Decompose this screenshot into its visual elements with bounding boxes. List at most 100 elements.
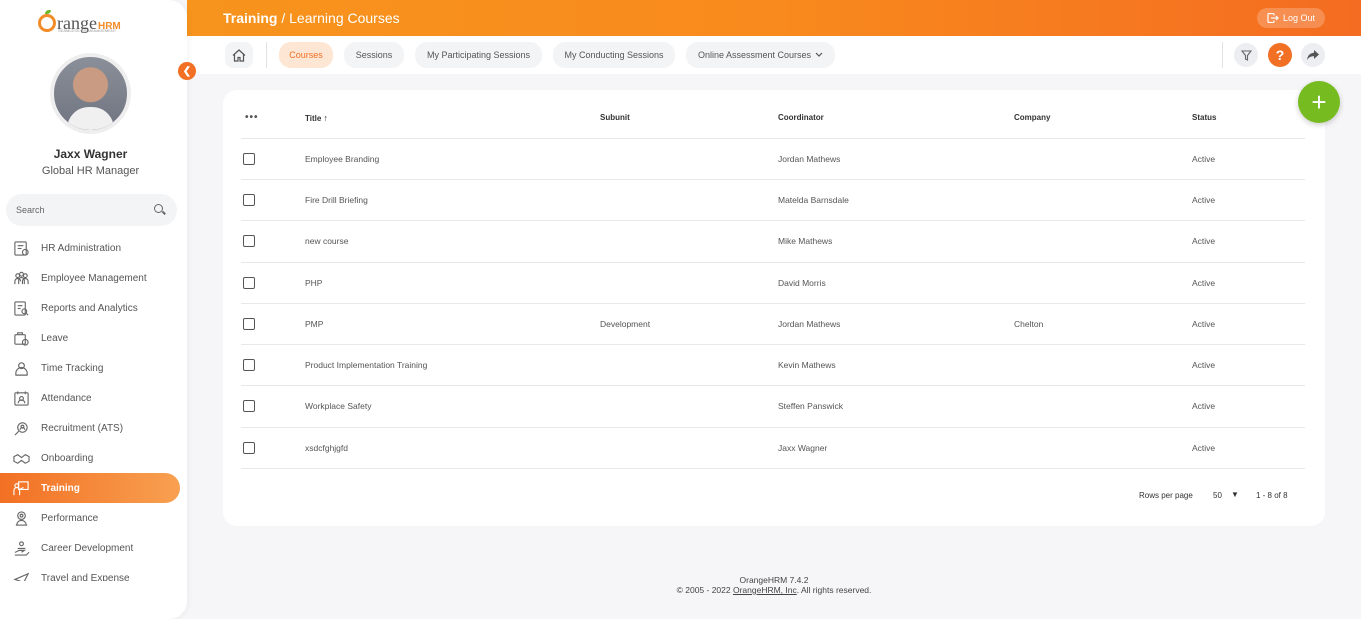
orangehrm-link[interactable]: OrangeHRM, Inc bbox=[733, 585, 797, 595]
table-row[interactable]: PHP David Morris Active bbox=[241, 262, 1305, 303]
page-title: Training / Learning Courses bbox=[223, 10, 400, 26]
column-header-company[interactable]: Company bbox=[1014, 113, 1050, 122]
sidebar-item-label: Career Development bbox=[41, 542, 134, 554]
cell-status: Active bbox=[1192, 236, 1216, 246]
column-header-coordinator[interactable]: Coordinator bbox=[778, 113, 824, 122]
sidebar-item-label: Recruitment (ATS) bbox=[41, 422, 124, 434]
tab-courses[interactable]: Courses bbox=[279, 42, 333, 68]
cell-coordinator: Kevin Mathews bbox=[778, 360, 836, 370]
table-row[interactable]: Product Implementation Training Kevin Ma… bbox=[241, 344, 1305, 385]
column-header-label: Title bbox=[305, 114, 322, 123]
table-row[interactable]: xsdcfghjgfd Jaxx Wagner Active bbox=[241, 427, 1305, 468]
filter-button[interactable] bbox=[1234, 43, 1258, 67]
row-checkbox[interactable] bbox=[243, 194, 255, 206]
copyright-text: © 2005 - 2022 OrangeHRM, Inc. All rights… bbox=[187, 585, 1361, 595]
divider bbox=[266, 42, 267, 68]
filter-icon bbox=[1240, 49, 1252, 61]
tab-my-participating-sessions[interactable]: My Participating Sessions bbox=[415, 42, 542, 68]
breadcrumb-separator: / bbox=[277, 10, 290, 26]
attendance-icon bbox=[12, 389, 30, 407]
divider bbox=[1222, 42, 1223, 68]
plus-icon: + bbox=[1311, 87, 1327, 117]
sidebar-item-time-tracking[interactable]: Time Tracking bbox=[0, 353, 187, 383]
table-row[interactable]: Employee Branding Jordan Mathews Active bbox=[241, 138, 1305, 179]
orangehrm-logo[interactable]: range HRM SEAMLESS HR MANAGEMENT bbox=[38, 8, 121, 33]
cell-coordinator: Jordan Mathews bbox=[778, 319, 841, 329]
orange-logo-icon bbox=[38, 10, 56, 32]
column-header-title[interactable]: Title ↑ bbox=[305, 113, 328, 123]
table-row[interactable]: Fire Drill Briefing Matelda Barnsdale Ac… bbox=[241, 179, 1305, 220]
sidebar-menu: HR Administration Employee Management Re… bbox=[0, 233, 187, 581]
sidebar-item-leave[interactable]: Leave bbox=[0, 323, 187, 353]
sidebar-item-label: Reports and Analytics bbox=[41, 302, 138, 314]
sidebar-item-career-development[interactable]: Career Development bbox=[0, 533, 187, 563]
tab-sessions[interactable]: Sessions bbox=[344, 42, 404, 68]
chevron-down-icon bbox=[815, 52, 823, 57]
sort-ascending-icon: ↑ bbox=[323, 113, 329, 123]
search-input[interactable] bbox=[16, 205, 153, 215]
help-button[interactable]: ? bbox=[1268, 43, 1292, 67]
performance-icon bbox=[12, 509, 30, 527]
sidebar-item-reports[interactable]: Reports and Analytics bbox=[0, 293, 187, 323]
rows-per-page-label: Rows per page bbox=[1139, 491, 1193, 500]
employees-icon bbox=[12, 269, 30, 287]
cell-status: Active bbox=[1192, 401, 1216, 411]
cell-coordinator: Steffen Panswick bbox=[778, 401, 844, 411]
table-row[interactable]: PMP Development Jordan Mathews Chelton A… bbox=[241, 303, 1305, 344]
share-arrow-icon bbox=[1307, 50, 1319, 60]
tab-online-assessment-courses[interactable]: Online Assessment Courses bbox=[686, 42, 835, 68]
row-checkbox[interactable] bbox=[243, 153, 255, 165]
courses-table-card: ••• Title ↑ Subunit Coordinator Company … bbox=[223, 90, 1325, 526]
sidebar-item-hr-administration[interactable]: HR Administration bbox=[0, 233, 187, 263]
cell-status: Active bbox=[1192, 278, 1216, 288]
sidebar-item-onboarding[interactable]: Onboarding bbox=[0, 443, 187, 473]
sidebar-item-performance[interactable]: Performance bbox=[0, 503, 187, 533]
cell-coordinator: Jaxx Wagner bbox=[778, 443, 828, 453]
version-text: OrangeHRM 7.4.2 bbox=[739, 575, 809, 585]
sidebar-item-attendance[interactable]: Attendance bbox=[0, 383, 187, 413]
home-icon bbox=[232, 48, 246, 62]
add-course-button[interactable]: + bbox=[1298, 81, 1340, 123]
row-checkbox[interactable] bbox=[243, 359, 255, 371]
row-checkbox[interactable] bbox=[243, 277, 255, 289]
row-checkbox[interactable] bbox=[243, 235, 255, 247]
tab-my-conducting-sessions[interactable]: My Conducting Sessions bbox=[553, 42, 675, 68]
caret-down-icon[interactable]: ▼ bbox=[1231, 490, 1239, 499]
user-role: Global HR Manager bbox=[41, 165, 140, 177]
cell-title: xsdcfghjgfd bbox=[305, 443, 348, 453]
cell-coordinator: David Morris bbox=[778, 278, 826, 288]
search-icon[interactable] bbox=[153, 203, 167, 217]
sidebar-item-recruitment[interactable]: Recruitment (ATS) bbox=[0, 413, 187, 443]
sidebar-item-travel-expense[interactable]: Travel and Expense bbox=[0, 563, 187, 581]
hr-admin-icon bbox=[12, 239, 30, 257]
cell-coordinator: Jordan Mathews bbox=[778, 154, 841, 164]
cell-subunit: Development bbox=[600, 319, 651, 329]
leave-icon bbox=[12, 329, 30, 347]
home-button[interactable] bbox=[225, 42, 253, 68]
sidebar-item-label: Leave bbox=[41, 332, 69, 344]
row-checkbox[interactable] bbox=[243, 318, 255, 330]
time-icon bbox=[12, 359, 30, 377]
collapse-sidebar-button[interactable]: ❮ bbox=[178, 62, 196, 80]
column-header-subunit[interactable]: Subunit bbox=[600, 113, 630, 122]
more-options-icon[interactable]: ••• bbox=[245, 112, 259, 123]
sidebar-item-label: Training bbox=[41, 482, 80, 494]
logout-button[interactable]: Log Out bbox=[1257, 8, 1325, 28]
column-header-status[interactable]: Status bbox=[1192, 113, 1216, 122]
table-row[interactable]: Workplace Safety Steffen Panswick Active bbox=[241, 385, 1305, 426]
training-icon bbox=[12, 479, 30, 497]
sidebar-item-employee-management[interactable]: Employee Management bbox=[0, 263, 187, 293]
avatar[interactable] bbox=[50, 53, 131, 134]
sidebar-item-label: Time Tracking bbox=[41, 362, 104, 374]
sidebar-item-training[interactable]: Training bbox=[0, 473, 180, 503]
row-checkbox[interactable] bbox=[243, 442, 255, 454]
rows-per-page-select[interactable]: 50 bbox=[1213, 491, 1222, 500]
cell-title: Workplace Safety bbox=[305, 401, 372, 411]
table-row[interactable]: new course Mike Mathews Active bbox=[241, 220, 1305, 261]
row-checkbox[interactable] bbox=[243, 400, 255, 412]
share-button[interactable] bbox=[1301, 43, 1325, 67]
app-footer: OrangeHRM 7.4.2 © 2005 - 2022 OrangeHRM,… bbox=[187, 575, 1361, 595]
tab-bar: Courses Sessions My Participating Sessio… bbox=[187, 36, 1361, 74]
user-name: Jaxx Wagner bbox=[53, 147, 128, 161]
sidebar-item-label: Onboarding bbox=[41, 452, 94, 464]
